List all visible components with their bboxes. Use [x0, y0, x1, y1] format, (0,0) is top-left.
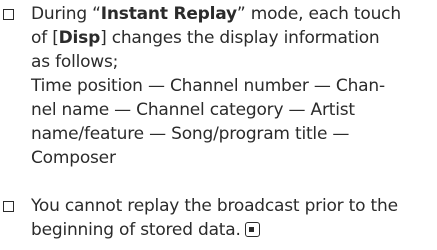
end-of-section-icon — [244, 222, 260, 237]
note-line: nel name — Channel category — Artist — [31, 100, 355, 120]
note-line: During “Instant Replay” mode, each touch — [31, 2, 437, 26]
checkbox-bullet-icon — [3, 201, 14, 212]
checkbox-bullet-icon — [3, 9, 14, 20]
text-run: of [ — [31, 28, 59, 48]
manual-page: During “Instant Replay” mode, each touch… — [0, 0, 437, 250]
note-line: You cannot replay the broadcast prior to… — [31, 196, 398, 216]
text-run: During “ — [31, 4, 101, 24]
note-line: Composer — [31, 148, 116, 168]
instant-replay-term: Instant Replay — [100, 4, 237, 24]
note-line: as follows; — [31, 52, 119, 72]
disp-button-term: Disp — [58, 28, 101, 48]
text-run: ” mode, each touch — [236, 4, 401, 24]
note-line: of [Disp] changes the display informatio… — [31, 26, 437, 50]
note-line: name/feature — Song/program title — — [31, 124, 350, 144]
text-run: ] changes the display information — [100, 28, 380, 48]
note-line: Time position — Channel number — Chan- — [31, 76, 385, 96]
note-text: You cannot replay the broadcast prior to… — [31, 194, 437, 242]
note-text: During “Instant Replay” mode, each touch… — [31, 2, 437, 170]
note-line: beginning of stored data. — [31, 218, 437, 242]
text-run: beginning of stored data. — [31, 220, 241, 240]
